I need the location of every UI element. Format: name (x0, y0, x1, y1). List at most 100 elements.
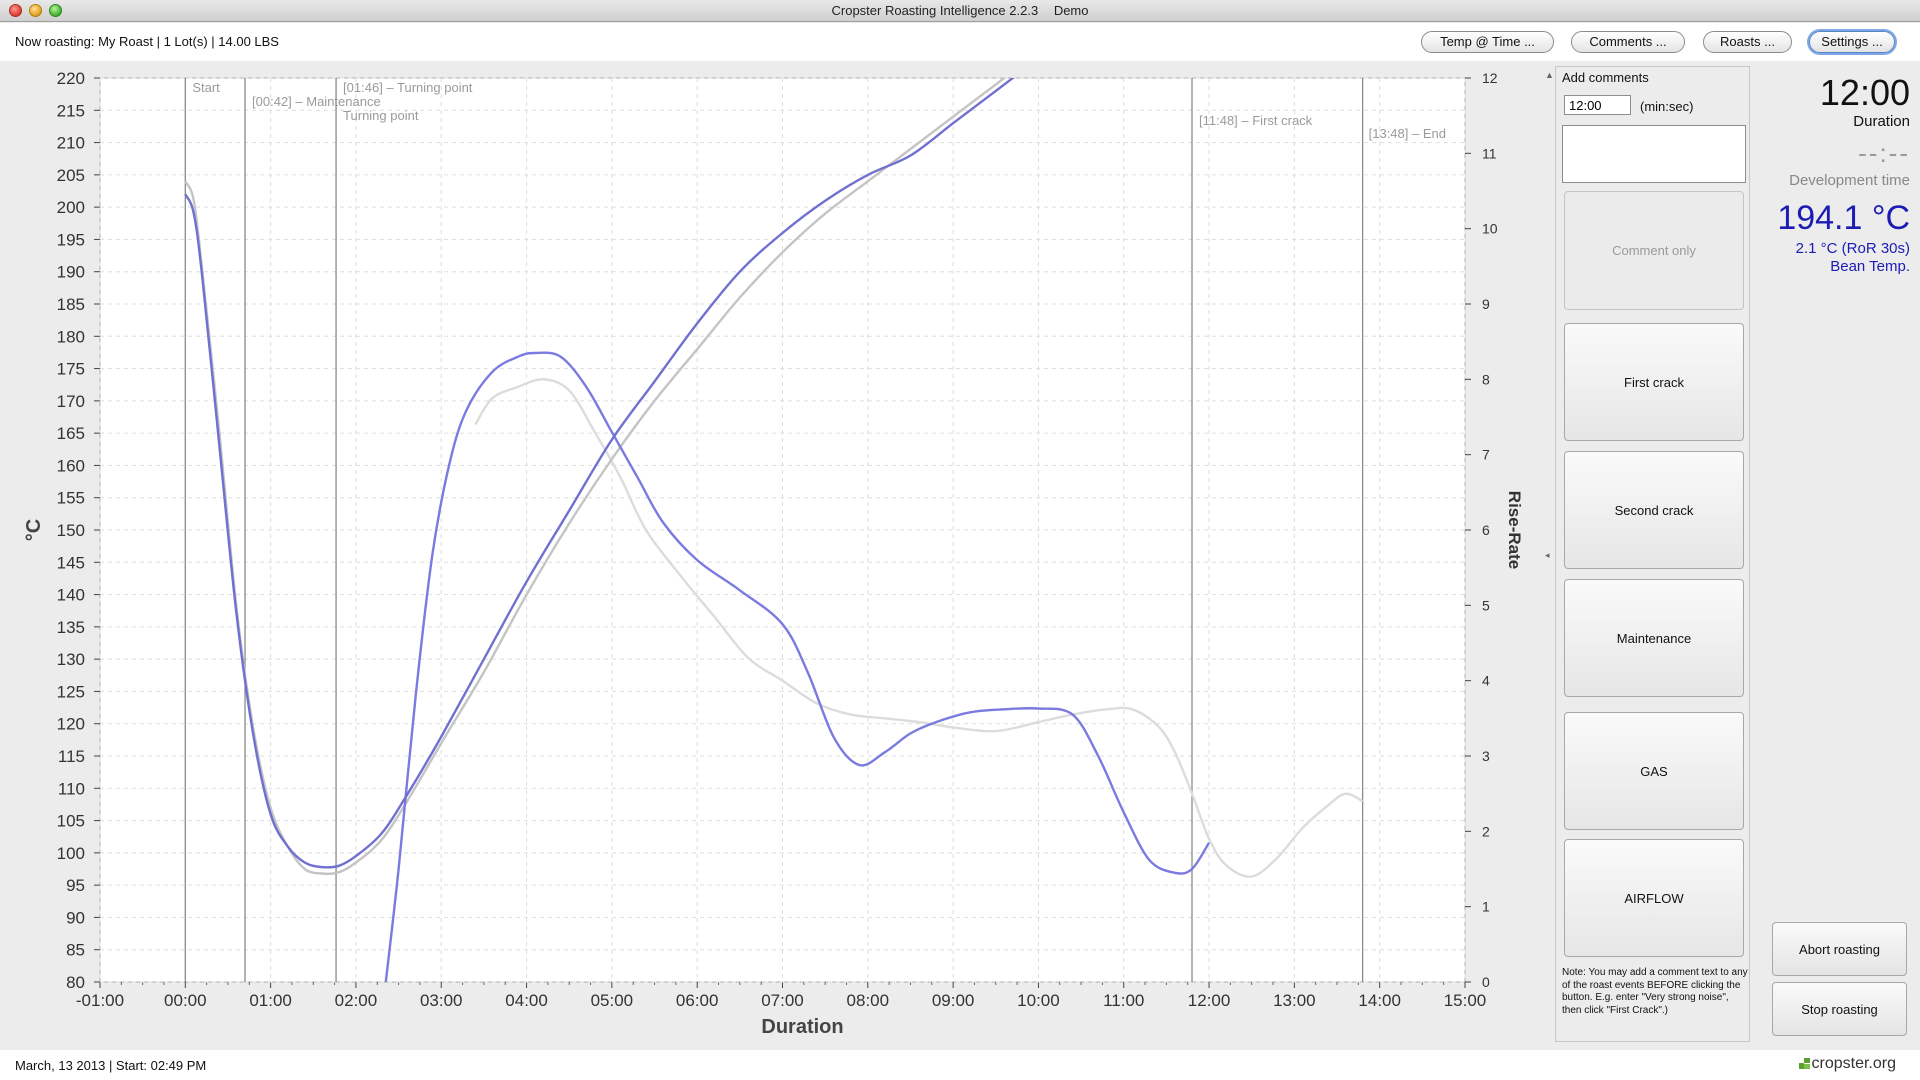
x-tick-label: 05:00 (591, 991, 634, 1010)
y-tick-label: 90 (66, 908, 85, 927)
y2-axis-label: Rise-Rate (1505, 491, 1524, 569)
y-tick-label: 185 (57, 295, 85, 314)
y-tick-label: 145 (57, 553, 85, 572)
event-label: [11:48] – First crack (1199, 113, 1313, 128)
x-axis-label: Duration (761, 1016, 843, 1038)
event-label: [13:48] – End (1369, 126, 1446, 141)
x-tick-label: 00:00 (164, 991, 207, 1010)
x-tick-label: 03:00 (420, 991, 463, 1010)
y2-tick-label: 0 (1482, 974, 1490, 990)
y-tick-label: 130 (57, 650, 85, 669)
y-tick-label: 120 (57, 715, 85, 734)
minimize-window-button[interactable] (29, 4, 42, 17)
y-tick-label: 105 (57, 812, 85, 831)
x-tick-label: 08:00 (847, 991, 890, 1010)
y2-tick-label: 2 (1482, 823, 1490, 839)
x-tick-label: -01:00 (76, 991, 124, 1010)
y-tick-label: 100 (57, 844, 85, 863)
x-tick-label: 12:00 (1188, 991, 1231, 1010)
zoom-window-button[interactable] (49, 4, 62, 17)
y-tick-label: 170 (57, 392, 85, 411)
development-time-label: Development time (1789, 172, 1910, 189)
y-axis-label: °C (23, 519, 45, 541)
airflow-button[interactable]: AIRFLOW (1564, 839, 1744, 957)
rate-of-rise-value: 2.1 °C (RoR 30s) (1795, 240, 1910, 257)
window-title: Cropster Roasting Intelligence 2.2.3 (831, 3, 1039, 18)
comment-textarea[interactable] (1562, 125, 1746, 183)
x-tick-label: 10:00 (1017, 991, 1060, 1010)
y2-tick-label: 7 (1482, 447, 1490, 463)
y-tick-label: 220 (57, 69, 85, 88)
y-tick-label: 85 (66, 941, 85, 960)
maintenance-button[interactable]: Maintenance (1564, 579, 1744, 697)
y2-tick-label: 5 (1482, 597, 1490, 613)
cropster-leaf-icon (1798, 1058, 1810, 1069)
cropster-logo[interactable]: cropster.org (1798, 1055, 1896, 1073)
x-tick-label: 02:00 (335, 991, 378, 1010)
temp-at-time-button[interactable]: Temp @ Time ... (1421, 31, 1554, 53)
y-tick-label: 160 (57, 456, 85, 475)
y-tick-label: 205 (57, 166, 85, 185)
x-tick-label: 13:00 (1273, 991, 1316, 1010)
x-tick-label: 07:00 (761, 991, 804, 1010)
y2-tick-label: 1 (1482, 899, 1490, 915)
bean-temperature-value: 194.1 °C (1777, 199, 1910, 237)
probe-label: Bean Temp. (1830, 258, 1910, 275)
x-tick-label: 11:00 (1103, 991, 1144, 1010)
x-tick-label: 04:00 (505, 991, 548, 1010)
collapse-side-icon[interactable]: ◂ (1545, 550, 1550, 561)
y2-tick-label: 12 (1482, 70, 1498, 86)
y-tick-label: 110 (58, 779, 85, 798)
close-window-button[interactable] (9, 4, 22, 17)
add-comments-panel: Add comments (min:sec) Comment only Firs… (1555, 66, 1750, 1042)
y-tick-label: 115 (58, 747, 85, 766)
event-label: [01:46] – Turning point (343, 80, 473, 95)
comments-button[interactable]: Comments ... (1571, 31, 1685, 53)
duration-label: Duration (1853, 113, 1910, 130)
roasts-button[interactable]: Roasts ... (1703, 31, 1792, 53)
gas-button[interactable]: GAS (1564, 712, 1744, 830)
comment-time-input[interactable] (1564, 95, 1631, 115)
y-tick-label: 175 (57, 360, 85, 379)
y-tick-label: 180 (57, 327, 85, 346)
add-comments-title: Add comments (1562, 70, 1649, 85)
x-tick-label: 14:00 (1358, 991, 1401, 1010)
cropster-logo-text: cropster.org (1811, 1055, 1896, 1072)
window-title-bar: Cropster Roasting Intelligence 2.2.3 Dem… (0, 0, 1920, 22)
x-tick-label: 01:00 (249, 991, 292, 1010)
y-tick-label: 80 (66, 973, 85, 992)
y2-tick-label: 8 (1482, 371, 1490, 387)
abort-roasting-button[interactable]: Abort roasting (1772, 922, 1907, 976)
roast-header: Now roasting: My Roast | 1 Lot(s) | 14.0… (0, 23, 1920, 61)
event-label: [00:42] – Maintenance (252, 94, 381, 109)
y2-tick-label: 11 (1482, 145, 1497, 161)
settings-button[interactable]: Settings ... (1809, 31, 1895, 53)
y-tick-label: 200 (57, 198, 85, 217)
y-tick-label: 135 (57, 618, 85, 637)
roast-curve-chart[interactable]: -01:00 00:00 01:00 02:00 03:00 04:00 05:00 06:0… (0, 62, 1545, 1047)
duration-value: 12:00 (1819, 72, 1910, 113)
y-tick-label: 165 (57, 424, 85, 443)
y2-tick-label: 4 (1482, 673, 1490, 689)
y-tick-label: 195 (57, 230, 85, 249)
stop-roasting-button[interactable]: Stop roasting (1772, 982, 1907, 1036)
event-label: Start (192, 80, 220, 95)
collapse-up-icon[interactable]: ▲ (1545, 70, 1554, 80)
y-tick-label: 215 (57, 101, 85, 120)
y-tick-label: 95 (66, 876, 85, 895)
y2-tick-label: 9 (1482, 296, 1490, 312)
window-mode: Demo (1053, 3, 1089, 18)
development-time-value: --:-- (1858, 138, 1910, 168)
y-tick-label: 155 (57, 489, 85, 508)
y2-tick-label: 10 (1482, 221, 1498, 237)
y-tick-label: 190 (57, 263, 85, 282)
time-unit-label: (min:sec) (1640, 99, 1694, 114)
second-crack-button[interactable]: Second crack (1564, 451, 1744, 569)
first-crack-button[interactable]: First crack (1564, 323, 1744, 441)
roast-date-start: March, 13 2013 | Start: 02:49 PM (15, 1058, 207, 1073)
now-roasting-info: Now roasting: My Roast | 1 Lot(s) | 14.0… (15, 34, 279, 49)
comment-only-button[interactable]: Comment only (1564, 191, 1744, 310)
y2-tick-label: 3 (1482, 748, 1490, 764)
y-tick-label: 125 (57, 682, 85, 701)
y-tick-label: 140 (57, 586, 85, 605)
